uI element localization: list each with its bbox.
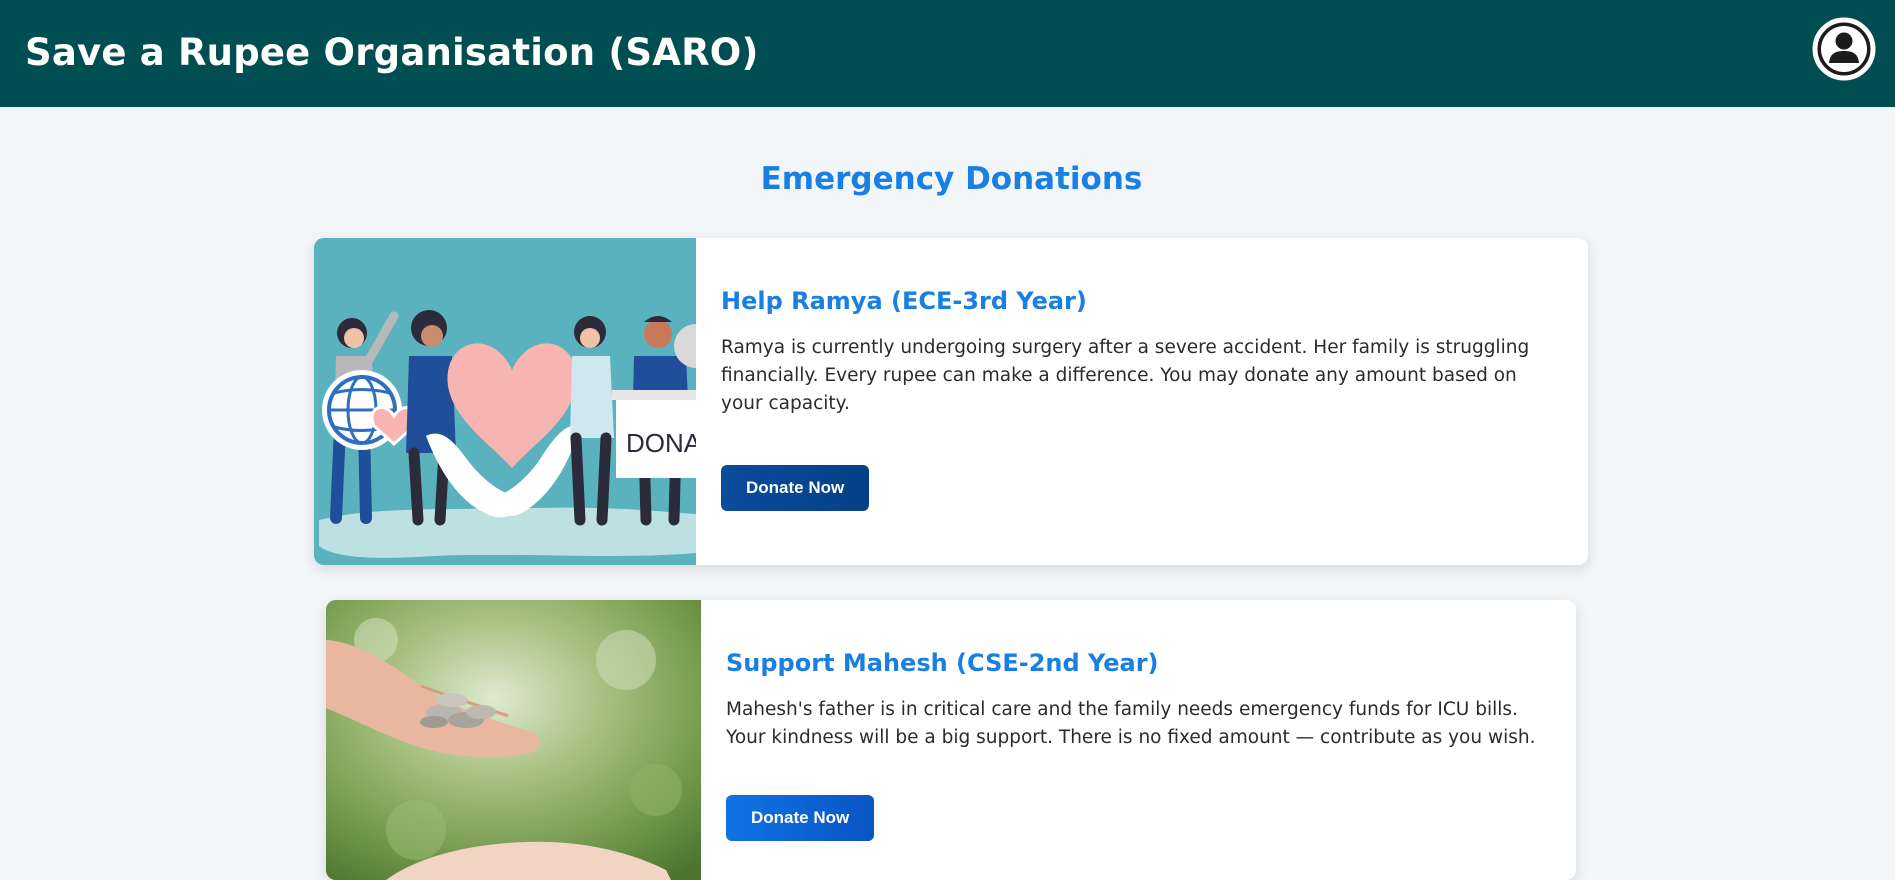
section-title: Emergency Donations: [760, 161, 1143, 197]
user-profile-button[interactable]: [1812, 17, 1876, 81]
donation-illustration-image: DONAT: [314, 238, 696, 565]
app-header: Save a Rupee Organisation (SARO): [0, 0, 1895, 107]
app-title: Save a Rupee Organisation (SARO): [25, 31, 759, 74]
card-title: Support Mahesh (CSE-2nd Year): [726, 649, 1159, 677]
donate-now-button[interactable]: Donate Now: [721, 465, 870, 511]
card-body: Support Mahesh (CSE-2nd Year) Mahesh's f…: [726, 647, 1556, 841]
donation-box-sign: DONAT: [626, 428, 696, 458]
card-description: Mahesh's father is in critical care and …: [726, 699, 1536, 748]
user-circle-icon: [1812, 17, 1876, 81]
card-body: Help Ramya (ECE-3rd Year) Ramya is curre…: [721, 285, 1561, 511]
card-title: Help Ramya (ECE-3rd Year): [721, 287, 1087, 315]
donation-card-ramya: DONAT Help Ramya (ECE-3rd Year) Ramya is…: [314, 238, 1588, 565]
donation-photo-image: [326, 600, 701, 880]
card-description: Ramya is currently undergoing surgery af…: [721, 337, 1530, 414]
donation-card-mahesh: Support Mahesh (CSE-2nd Year) Mahesh's f…: [326, 600, 1576, 880]
donate-now-button[interactable]: Donate Now: [726, 795, 875, 841]
